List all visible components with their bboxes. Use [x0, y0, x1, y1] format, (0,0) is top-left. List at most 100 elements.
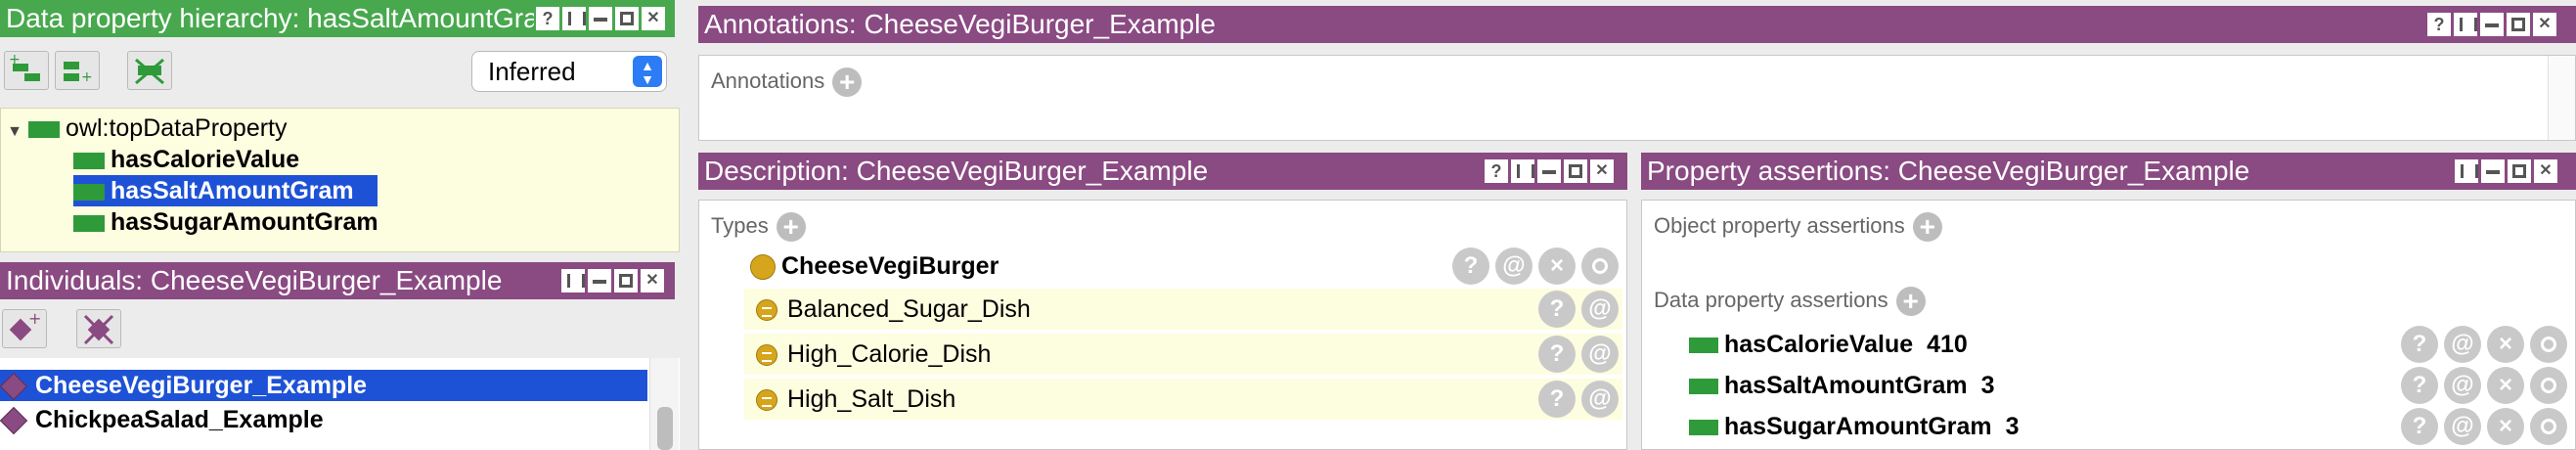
view-controls [536, 7, 665, 30]
edit-icon[interactable] [2530, 408, 2567, 445]
annotate-icon[interactable]: @ [1581, 336, 1619, 373]
assertion-property: hasSugarAmountGram [1724, 413, 1992, 440]
minimize-icon[interactable] [2481, 159, 2505, 183]
split-view-icon[interactable] [562, 7, 586, 30]
help-icon[interactable] [2427, 13, 2451, 36]
help-icon[interactable] [1485, 159, 1508, 183]
tree-expand-icon[interactable]: ▼ [1, 116, 28, 148]
maximize-icon[interactable] [2507, 13, 2530, 36]
add-sibling-property-button[interactable]: + [55, 51, 100, 90]
minimize-icon[interactable] [589, 7, 612, 30]
tree-node-label: hasCalorieValue [111, 146, 300, 173]
scrollbar-thumb[interactable] [657, 407, 673, 450]
reasoner-view-value: Inferred [488, 57, 576, 86]
help-icon[interactable]: ? [1538, 291, 1576, 328]
add-individual-button[interactable]: + [2, 309, 47, 348]
maximize-icon[interactable] [614, 269, 638, 292]
individuals-scrollbar[interactable] [649, 358, 679, 450]
annotate-icon[interactable]: @ [1495, 248, 1532, 285]
maximize-icon[interactable] [2508, 159, 2531, 183]
help-icon[interactable]: ? [1452, 248, 1489, 285]
list-item-cheesevegiburger[interactable]: CheeseVegiBurger_Example [0, 370, 647, 401]
close-view-icon[interactable] [1590, 159, 1614, 183]
type-row-inferred[interactable]: Balanced_Sugar_Dish ? @ [744, 289, 1622, 330]
data-property-icon [1689, 420, 1718, 436]
delete-icon[interactable]: × [1538, 248, 1576, 285]
annotations-section: Annotations + [711, 68, 863, 97]
add-type-icon[interactable]: + [776, 212, 806, 242]
minimize-icon[interactable] [2480, 13, 2504, 36]
help-icon[interactable]: ? [1538, 381, 1576, 418]
maximize-icon[interactable] [1564, 159, 1587, 183]
edit-icon[interactable] [1581, 248, 1619, 285]
minimize-icon[interactable] [588, 269, 611, 292]
list-item-chickpeasalad[interactable]: ChickpeaSalad_Example [0, 404, 647, 435]
annotate-icon[interactable]: @ [2444, 326, 2481, 363]
tree-node-hascalorievalue[interactable]: hasCalorieValue [73, 144, 299, 175]
individuals-header: Individuals: CheeseVegiBurger_Example [0, 262, 675, 299]
add-subproperty-button[interactable]: + [4, 51, 49, 90]
type-label: CheeseVegiBurger [781, 252, 999, 280]
view-controls [2427, 13, 2556, 36]
data-assertion-row[interactable]: hasSaltAmountGram 3 ? @ × [1689, 365, 2571, 406]
type-row-inferred[interactable]: High_Salt_Dish ? @ [744, 379, 1622, 420]
data-property-icon [1689, 338, 1718, 354]
minimize-icon[interactable] [1537, 159, 1561, 183]
data-assertions-label: Data property assertions [1654, 287, 1888, 312]
annotate-icon[interactable]: @ [2444, 408, 2481, 445]
close-view-icon[interactable] [642, 7, 665, 30]
delete-property-icon [135, 58, 164, 85]
type-label: High_Calorie_Dish [787, 340, 992, 368]
split-view-icon[interactable] [1511, 159, 1534, 183]
svg-text:+: + [81, 69, 93, 85]
annotate-icon[interactable]: @ [1581, 291, 1619, 328]
assertion-value: 3 [2005, 413, 2020, 440]
add-data-assertion-icon[interactable]: + [1895, 287, 1926, 316]
close-view-icon[interactable] [2533, 13, 2556, 36]
annotations-title: Annotations: CheeseVegiBurger_Example [704, 9, 1217, 39]
delete-property-button[interactable] [127, 51, 172, 90]
equivalent-class-icon [756, 344, 777, 367]
annotations-scrollbar[interactable] [2548, 56, 2575, 140]
close-view-icon[interactable] [2534, 159, 2557, 183]
data-assertion-row[interactable]: hasCalorieValue 410 ? @ × [1689, 324, 2571, 365]
split-view-icon[interactable] [2454, 13, 2477, 36]
help-icon[interactable]: ? [1538, 336, 1576, 373]
annotations-header: Annotations: CheeseVegiBurger_Example [698, 6, 2576, 43]
tree-node-hassugaramountgram[interactable]: hasSugarAmountGram [73, 206, 378, 238]
data-assertions-section: Data property assertions + [1654, 287, 1926, 316]
individuals-title: Individuals: CheeseVegiBurger_Example [6, 265, 503, 295]
help-icon[interactable]: ? [2401, 326, 2438, 363]
help-icon[interactable]: ? [2401, 367, 2438, 404]
reasoner-view-select[interactable]: Inferred ▲ ▼ [471, 51, 667, 92]
tree-node-label: hasSaltAmountGram [111, 177, 354, 204]
tree-node-root[interactable]: ▼ owl:topDataProperty [1, 112, 287, 144]
help-icon[interactable] [536, 7, 559, 30]
delete-icon[interactable]: × [2487, 326, 2524, 363]
help-icon[interactable]: ? [2401, 408, 2438, 445]
delete-icon[interactable]: × [2487, 367, 2524, 404]
types-section: Types + [711, 212, 806, 242]
equivalent-class-icon [756, 299, 777, 322]
row-actions: ? @ [1538, 381, 1619, 418]
object-assertions-section: Object property assertions + [1654, 212, 1942, 242]
delete-icon[interactable]: × [2487, 408, 2524, 445]
type-row-asserted[interactable]: CheeseVegiBurger ? @ × [744, 246, 1622, 287]
delete-individual-button[interactable] [76, 309, 121, 348]
tree-node-hassaltamountgram[interactable]: hasSaltAmountGram [73, 175, 378, 206]
close-view-icon[interactable] [641, 269, 664, 292]
maximize-icon[interactable] [615, 7, 639, 30]
assertion-value: 3 [1980, 372, 1995, 399]
data-assertion-row[interactable]: hasSugarAmountGram 3 ? @ × [1689, 406, 2571, 447]
annotations-panel: Annotations + [698, 55, 2576, 141]
annotate-icon[interactable]: @ [1581, 381, 1619, 418]
view-controls [1485, 159, 1614, 183]
annotate-icon[interactable]: @ [2444, 367, 2481, 404]
add-annotation-icon[interactable]: + [832, 68, 863, 97]
edit-icon[interactable] [2530, 367, 2567, 404]
split-view-icon[interactable] [2455, 159, 2478, 183]
type-row-inferred[interactable]: High_Calorie_Dish ? @ [744, 334, 1622, 375]
edit-icon[interactable] [2530, 326, 2567, 363]
add-object-assertion-icon[interactable]: + [1912, 212, 1942, 242]
split-view-icon[interactable] [561, 269, 585, 292]
